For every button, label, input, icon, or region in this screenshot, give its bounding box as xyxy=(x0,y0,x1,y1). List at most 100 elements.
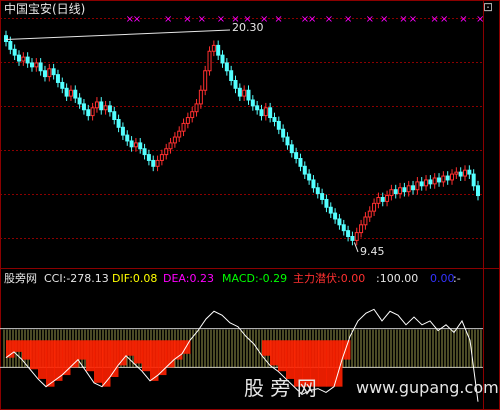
candle-body-33 xyxy=(146,154,151,161)
dif-readout: DIF:0.08 xyxy=(112,273,157,285)
candle-body-30 xyxy=(133,142,138,148)
zlqf-fill-16 xyxy=(134,340,143,364)
candle-body-84 xyxy=(367,210,372,218)
candle-body-19 xyxy=(86,109,91,117)
blue-value: 0.00 xyxy=(430,272,455,285)
signal-mark-17: × xyxy=(409,14,417,25)
zlqf-fill-33 xyxy=(270,340,279,366)
zlqf-label: 主力潜伏: xyxy=(293,272,341,285)
candle-body-0 xyxy=(4,35,8,43)
candle-body-80 xyxy=(350,236,355,241)
candle-body-7 xyxy=(34,62,39,68)
candle-body-38 xyxy=(168,142,173,150)
zlqf-fill-10 xyxy=(86,340,95,372)
page-title: 中国宝安(日线) xyxy=(4,2,86,16)
candle-body-73 xyxy=(320,193,325,200)
zlqf-fill-15 xyxy=(126,340,135,356)
candle-body-41 xyxy=(181,122,186,132)
candle-body-47 xyxy=(207,50,212,72)
zlqf-fill-2 xyxy=(22,340,31,360)
signal-mark-20: × xyxy=(459,14,467,25)
candle-body-109 xyxy=(476,185,480,197)
candle-body-16 xyxy=(73,89,78,99)
candle-body-26 xyxy=(116,119,121,128)
candle-body-103 xyxy=(450,173,455,181)
candle-body-102 xyxy=(445,175,450,181)
candle-body-44 xyxy=(194,103,199,113)
signal-mark-15: × xyxy=(380,14,388,25)
indicator-bar: 股旁网 CCI:-278.13 DIF:0.08 DEA:0.23 MACD:-… xyxy=(0,270,500,286)
watermark-url: www.gupang.com xyxy=(356,378,499,397)
candle-body-98 xyxy=(428,179,433,185)
candle-body-95 xyxy=(415,181,420,191)
candle-body-106 xyxy=(463,169,468,177)
candle-body-48 xyxy=(211,44,216,52)
candle-body-93 xyxy=(406,185,411,193)
level-readout: :100.00 xyxy=(376,273,418,285)
panel-menu-icon[interactable]: ⊡ xyxy=(479,1,497,15)
candle-body-69 xyxy=(302,165,307,175)
candle-body-62 xyxy=(272,117,277,122)
signal-mark-4: × xyxy=(198,14,206,25)
candle-body-58 xyxy=(255,105,260,111)
chart-canvas: ×× × × × × × × × × ×× × × × × × × × × × × xyxy=(0,0,500,410)
zlqf-value: 0.00 xyxy=(340,272,366,285)
max-price-label: 20.30 xyxy=(232,21,264,34)
candle-body-59 xyxy=(259,109,264,117)
candle-body-3 xyxy=(16,54,21,62)
zlqf-fill-9 xyxy=(78,340,87,360)
candle-body-97 xyxy=(424,179,429,187)
candle-body-24 xyxy=(107,105,112,113)
candle-body-51 xyxy=(224,62,229,72)
candle-body-63 xyxy=(276,120,281,130)
candle-body-14 xyxy=(64,87,69,97)
candle-body-55 xyxy=(242,89,247,97)
candle-body-65 xyxy=(285,136,290,146)
candle-body-5 xyxy=(25,56,30,64)
candle-body-99 xyxy=(432,177,437,185)
candle-body-60 xyxy=(263,107,268,117)
candle-body-28 xyxy=(125,134,130,142)
zlqf-fill-19 xyxy=(158,340,167,376)
dif-label: DIF: xyxy=(112,272,133,285)
candle-body-12 xyxy=(55,74,60,83)
candle-body-87 xyxy=(380,197,385,202)
macd-readout: MACD:-0.29 xyxy=(222,273,287,285)
candle-body-74 xyxy=(324,198,329,208)
candle-body-53 xyxy=(233,80,238,89)
dea-label: DEA: xyxy=(163,272,190,285)
candle-body-77 xyxy=(337,218,342,226)
candle-body-104 xyxy=(454,171,459,175)
signal-mark-9: × xyxy=(274,14,282,25)
candle-body-92 xyxy=(402,187,407,193)
candle-body-29 xyxy=(129,140,134,148)
candle-body-25 xyxy=(112,111,117,120)
signal-mark-5: × xyxy=(217,14,225,25)
candle-body-1 xyxy=(8,41,13,50)
dea-readout: DEA:0.23 xyxy=(163,273,214,285)
candle-body-66 xyxy=(289,144,294,154)
candle-body-8 xyxy=(38,62,43,72)
candle-body-6 xyxy=(29,62,34,68)
tail-readout: :- xyxy=(453,273,461,285)
zlqf-fill-7 xyxy=(62,340,71,376)
candle-body-89 xyxy=(389,189,394,197)
candle-body-23 xyxy=(103,105,108,111)
candle-body-21 xyxy=(94,101,99,109)
watermark-text: 股 旁 网 xyxy=(244,376,317,400)
blue-readout: 0.00 xyxy=(430,273,455,285)
candle-body-108 xyxy=(471,173,476,187)
candle-body-96 xyxy=(419,181,424,187)
macd-label: MACD: xyxy=(222,272,259,285)
candle-body-85 xyxy=(372,202,377,212)
candle-body-20 xyxy=(90,107,95,117)
level-value: 100.00 xyxy=(379,272,419,285)
candle-body-11 xyxy=(51,68,56,76)
candle-body-91 xyxy=(398,187,403,195)
signal-mark-2: × xyxy=(164,14,172,25)
candle-body-71 xyxy=(311,179,316,189)
zlqf-fill-4 xyxy=(38,340,47,379)
candle-body-56 xyxy=(246,89,251,101)
candle-body-68 xyxy=(298,158,303,167)
candle-body-75 xyxy=(328,206,333,214)
